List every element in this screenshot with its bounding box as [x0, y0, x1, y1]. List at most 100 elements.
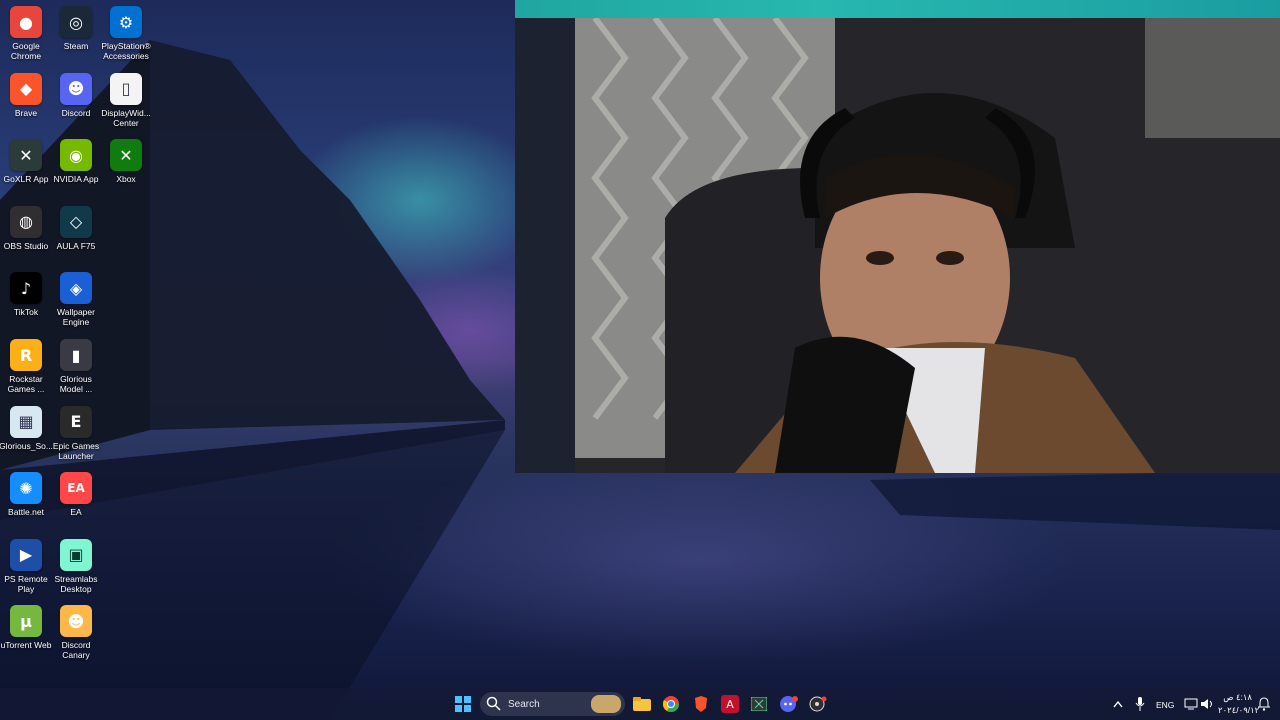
- clock-time: ٤:١٨ ص: [1223, 692, 1252, 702]
- desktop-icon[interactable]: μ uTorrent Web: [0, 605, 52, 650]
- folder-icon: [633, 697, 651, 711]
- adobe-icon: A: [721, 695, 739, 713]
- obs-icon: ◍: [10, 205, 42, 238]
- taskbar-file-explorer[interactable]: [630, 692, 654, 716]
- desktop-icon-label: PS Remote Play: [4, 573, 48, 594]
- goxlr-icon: ✕: [10, 139, 42, 172]
- desktop-icon[interactable]: ▦ Glorious_So...: [0, 405, 53, 451]
- utorrent-icon: μ: [10, 605, 42, 638]
- wallpaper-engine-icon: ◈: [60, 272, 92, 305]
- speaker-icon: [1201, 699, 1212, 709]
- goxlr-icon: [751, 697, 767, 711]
- desktop-icon[interactable]: ⚙ PlayStation® Accessories: [100, 6, 152, 61]
- tiktok-icon: ♪: [10, 272, 42, 305]
- desktop-icon[interactable]: ▶ PS Remote Play: [0, 538, 52, 594]
- epic-games-icon: E: [60, 405, 92, 438]
- bell-icon: [1258, 697, 1270, 711]
- desktop-icon[interactable]: ✕ GoXLR App: [0, 139, 52, 184]
- search-highlight-icon: [591, 695, 621, 713]
- chevron-up-icon: [1113, 700, 1123, 708]
- desktop-icon[interactable]: EA EA: [50, 472, 102, 517]
- desktop-icon-label: Steam: [63, 41, 89, 51]
- start-button[interactable]: [451, 692, 475, 716]
- taskbar-chrome[interactable]: [659, 692, 683, 716]
- desktop-icon[interactable]: E Epic Games Launcher: [50, 405, 102, 461]
- discord-canary-icon: ☻: [60, 605, 92, 638]
- tray-notifications[interactable]: [1252, 692, 1276, 716]
- ps-remote-play-icon: ▶: [10, 538, 42, 571]
- desktop-icon-label: OBS Studio: [3, 240, 49, 251]
- taskbar-adobe[interactable]: A: [718, 692, 742, 716]
- tray-microphone[interactable]: [1128, 692, 1152, 716]
- aula-icon: ◇: [60, 205, 92, 238]
- desktop-icon[interactable]: ♪ TikTok: [0, 272, 52, 317]
- desktop-icon-label: uTorrent Web: [0, 640, 52, 651]
- desktop-icon[interactable]: ◆ Brave: [0, 72, 52, 118]
- desktop-icon[interactable]: ◇ AULA F75: [50, 205, 102, 251]
- desktop-icon-label: Wallpaper Engine: [57, 307, 95, 328]
- desktop-icon[interactable]: ● Google Chrome: [0, 6, 52, 61]
- playstation-accessories-icon: ⚙: [110, 6, 142, 38]
- taskbar: Search A ENG ٤:١٨ ص ٢٠٢٤/٠٩/١٢: [0, 688, 1280, 720]
- desktop-icon-label: EA: [70, 507, 82, 518]
- desktop-icon-label: Glorious_So...: [0, 440, 53, 451]
- taskbar-obs[interactable]: [806, 692, 830, 716]
- desktop-icon-label: NVIDIA App: [53, 174, 99, 185]
- tray-overflow-button[interactable]: [1106, 692, 1130, 716]
- taskbar-brave[interactable]: [689, 692, 713, 716]
- steam-icon: ◎: [60, 6, 92, 38]
- desktop-icon[interactable]: ☻ Discord: [50, 72, 102, 118]
- document-icon: ▯: [110, 72, 142, 105]
- battlenet-icon: ✺: [10, 472, 42, 505]
- taskbar-goxlr[interactable]: [747, 692, 771, 716]
- desktop-icon-label: AULA F75: [56, 240, 96, 251]
- ea-icon: EA: [60, 472, 92, 505]
- xbox-icon: ✕: [110, 139, 142, 172]
- webcam-overlay: [515, 18, 1280, 473]
- language-indicator[interactable]: ENG: [1156, 700, 1174, 710]
- chrome-icon: [663, 696, 679, 712]
- desktop-icon-label: Rockstar Games ...: [7, 374, 45, 394]
- desktop-icon[interactable]: ◈ Wallpaper Engine: [50, 272, 102, 327]
- nvidia-icon: ◉: [60, 139, 92, 172]
- desktop-icon-label: Discord Canary: [61, 640, 91, 661]
- brave-icon: ◆: [10, 72, 42, 105]
- glorious-mouse-icon: ▮: [60, 339, 92, 371]
- desktop-icon-label: Glorious Model ...: [59, 374, 93, 394]
- obs-icon: [809, 696, 827, 712]
- glorious-software-icon: ▦: [10, 405, 42, 438]
- desktop-icon[interactable]: ☻ Discord Canary: [50, 605, 102, 660]
- desktop-icon[interactable]: ✕ Xbox: [100, 139, 152, 184]
- desktop-icon-label: TikTok: [13, 307, 39, 318]
- streamlabs-icon: ▣: [60, 538, 92, 571]
- brave-icon: [695, 696, 707, 712]
- desktop-icon-label: Brave: [14, 107, 38, 118]
- desktop-icon-label: Discord: [61, 107, 91, 118]
- desktop-icon[interactable]: ▯ DisplayWid... Center: [100, 72, 152, 128]
- desktop-icon[interactable]: ◉ NVIDIA App: [50, 139, 102, 184]
- microphone-icon: [1135, 697, 1145, 711]
- tray-clock[interactable]: ٤:١٨ ص ٢٠٢٤/٠٩/١٢: [1218, 692, 1260, 716]
- rockstar-icon: R: [10, 339, 42, 371]
- taskbar-discord[interactable]: [777, 692, 801, 716]
- desktop-icon[interactable]: ◍ OBS Studio: [0, 205, 52, 251]
- discord-icon: [780, 696, 798, 712]
- desktop-icon-label: Xbox: [116, 174, 136, 185]
- desktop-icon[interactable]: ◎ Steam: [50, 6, 102, 51]
- desktop-icon[interactable]: R Rockstar Games ...: [0, 339, 52, 394]
- desktop-icon-label: GoXLR App: [3, 174, 49, 185]
- taskbar-search[interactable]: Search: [480, 692, 625, 716]
- desktop-icon-label: DisplayWid... Center: [101, 107, 151, 128]
- webcam-feed: [515, 18, 1280, 473]
- desktop-icon[interactable]: ▮ Glorious Model ...: [50, 339, 102, 394]
- tray-volume[interactable]: [1195, 692, 1219, 716]
- desktop-icon[interactable]: ✺ Battle.net: [0, 472, 52, 517]
- overlay-top-strip: [515, 0, 1280, 18]
- chrome-icon: ●: [10, 6, 42, 38]
- desktop-icon-label: Google Chrome: [10, 41, 42, 61]
- clock-date: ٢٠٢٤/٠٩/١٢: [1218, 705, 1260, 715]
- desktop-icon-label: Battle.net: [8, 507, 44, 518]
- desktop-icon-label: Epic Games Launcher: [52, 440, 100, 461]
- desktop-icon[interactable]: ▣ Streamlabs Desktop: [50, 538, 102, 594]
- search-icon: [486, 696, 501, 711]
